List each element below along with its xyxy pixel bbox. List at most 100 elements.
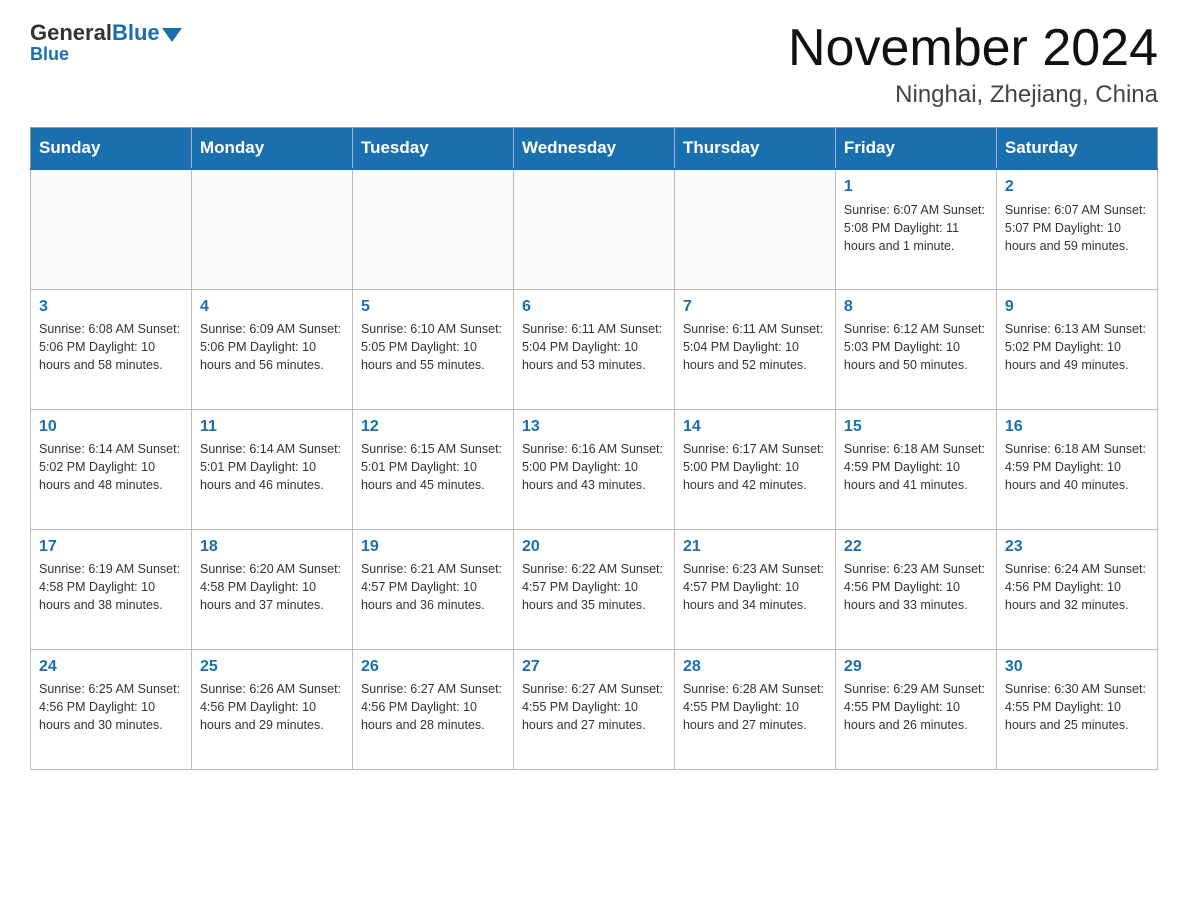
day-number: 13 — [522, 416, 666, 438]
calendar-cell: 27Sunrise: 6:27 AM Sunset: 4:55 PM Dayli… — [513, 649, 674, 769]
page-header: GeneralBlue Blue November 2024 Ninghai, … — [30, 20, 1158, 109]
calendar-cell: 4Sunrise: 6:09 AM Sunset: 5:06 PM Daylig… — [191, 289, 352, 409]
month-title: November 2024 — [788, 20, 1158, 77]
day-number: 10 — [39, 416, 183, 438]
day-number: 18 — [200, 536, 344, 558]
day-info: Sunrise: 6:30 AM Sunset: 4:55 PM Dayligh… — [1005, 680, 1149, 734]
day-info: Sunrise: 6:09 AM Sunset: 5:06 PM Dayligh… — [200, 320, 344, 374]
day-info: Sunrise: 6:10 AM Sunset: 5:05 PM Dayligh… — [361, 320, 505, 374]
day-number: 29 — [844, 656, 988, 678]
day-info: Sunrise: 6:07 AM Sunset: 5:08 PM Dayligh… — [844, 201, 988, 255]
day-info: Sunrise: 6:08 AM Sunset: 5:06 PM Dayligh… — [39, 320, 183, 374]
day-info: Sunrise: 6:18 AM Sunset: 4:59 PM Dayligh… — [1005, 440, 1149, 494]
day-number: 12 — [361, 416, 505, 438]
calendar-cell: 15Sunrise: 6:18 AM Sunset: 4:59 PM Dayli… — [835, 409, 996, 529]
day-info: Sunrise: 6:07 AM Sunset: 5:07 PM Dayligh… — [1005, 201, 1149, 255]
day-number: 8 — [844, 296, 988, 318]
calendar-cell: 16Sunrise: 6:18 AM Sunset: 4:59 PM Dayli… — [996, 409, 1157, 529]
calendar-header: SundayMondayTuesdayWednesdayThursdayFrid… — [31, 128, 1158, 170]
day-number: 4 — [200, 296, 344, 318]
day-number: 26 — [361, 656, 505, 678]
calendar-cell: 20Sunrise: 6:22 AM Sunset: 4:57 PM Dayli… — [513, 529, 674, 649]
calendar-cell — [191, 169, 352, 289]
day-info: Sunrise: 6:11 AM Sunset: 5:04 PM Dayligh… — [522, 320, 666, 374]
weekday-header-tuesday: Tuesday — [352, 128, 513, 170]
weekday-header-thursday: Thursday — [674, 128, 835, 170]
day-info: Sunrise: 6:12 AM Sunset: 5:03 PM Dayligh… — [844, 320, 988, 374]
day-info: Sunrise: 6:18 AM Sunset: 4:59 PM Dayligh… — [844, 440, 988, 494]
day-info: Sunrise: 6:21 AM Sunset: 4:57 PM Dayligh… — [361, 560, 505, 614]
day-number: 23 — [1005, 536, 1149, 558]
calendar-cell: 23Sunrise: 6:24 AM Sunset: 4:56 PM Dayli… — [996, 529, 1157, 649]
calendar-cell: 3Sunrise: 6:08 AM Sunset: 5:06 PM Daylig… — [31, 289, 192, 409]
location-title: Ninghai, Zhejiang, China — [788, 81, 1158, 109]
calendar-cell: 2 Sunrise: 6:07 AM Sunset: 5:07 PM Daylig… — [996, 169, 1157, 289]
day-number: 24 — [39, 656, 183, 678]
day-number: 15 — [844, 416, 988, 438]
weekday-header-row: SundayMondayTuesdayWednesdayThursdayFrid… — [31, 128, 1158, 170]
calendar-cell — [352, 169, 513, 289]
day-info: Sunrise: 6:25 AM Sunset: 4:56 PM Dayligh… — [39, 680, 183, 734]
day-number: 9 — [1005, 296, 1149, 318]
logo-general: General — [30, 20, 112, 46]
day-info: Sunrise: 6:14 AM Sunset: 5:01 PM Dayligh… — [200, 440, 344, 494]
logo-underline: Blue — [30, 44, 69, 65]
calendar-cell: 7Sunrise: 6:11 AM Sunset: 5:04 PM Daylig… — [674, 289, 835, 409]
day-info: Sunrise: 6:27 AM Sunset: 4:55 PM Dayligh… — [522, 680, 666, 734]
calendar-cell: 26Sunrise: 6:27 AM Sunset: 4:56 PM Dayli… — [352, 649, 513, 769]
day-number: 1 — [844, 176, 988, 198]
weekday-header-wednesday: Wednesday — [513, 128, 674, 170]
calendar-cell: 10Sunrise: 6:14 AM Sunset: 5:02 PM Dayli… — [31, 409, 192, 529]
calendar-cell: 25Sunrise: 6:26 AM Sunset: 4:56 PM Dayli… — [191, 649, 352, 769]
weekday-header-sunday: Sunday — [31, 128, 192, 170]
day-number: 25 — [200, 656, 344, 678]
calendar-cell — [513, 169, 674, 289]
calendar-cell: 5Sunrise: 6:10 AM Sunset: 5:05 PM Daylig… — [352, 289, 513, 409]
day-info: Sunrise: 6:16 AM Sunset: 5:00 PM Dayligh… — [522, 440, 666, 494]
day-number: 27 — [522, 656, 666, 678]
logo-text: GeneralBlue — [30, 20, 182, 46]
calendar-cell: 9Sunrise: 6:13 AM Sunset: 5:02 PM Daylig… — [996, 289, 1157, 409]
day-info: Sunrise: 6:23 AM Sunset: 4:57 PM Dayligh… — [683, 560, 827, 614]
calendar-week-row: 1 Sunrise: 6:07 AM Sunset: 5:08 PM Daylig… — [31, 169, 1158, 289]
day-info: Sunrise: 6:28 AM Sunset: 4:55 PM Dayligh… — [683, 680, 827, 734]
day-number: 21 — [683, 536, 827, 558]
day-number: 6 — [522, 296, 666, 318]
day-number: 14 — [683, 416, 827, 438]
day-info: Sunrise: 6:23 AM Sunset: 4:56 PM Dayligh… — [844, 560, 988, 614]
calendar-cell: 22Sunrise: 6:23 AM Sunset: 4:56 PM Dayli… — [835, 529, 996, 649]
day-info: Sunrise: 6:19 AM Sunset: 4:58 PM Dayligh… — [39, 560, 183, 614]
calendar-week-row: 10Sunrise: 6:14 AM Sunset: 5:02 PM Dayli… — [31, 409, 1158, 529]
day-info: Sunrise: 6:11 AM Sunset: 5:04 PM Dayligh… — [683, 320, 827, 374]
day-number: 5 — [361, 296, 505, 318]
day-info: Sunrise: 6:29 AM Sunset: 4:55 PM Dayligh… — [844, 680, 988, 734]
day-number: 20 — [522, 536, 666, 558]
calendar-cell: 6Sunrise: 6:11 AM Sunset: 5:04 PM Daylig… — [513, 289, 674, 409]
title-block: November 2024 Ninghai, Zhejiang, China — [788, 20, 1158, 109]
day-number: 22 — [844, 536, 988, 558]
day-info: Sunrise: 6:14 AM Sunset: 5:02 PM Dayligh… — [39, 440, 183, 494]
calendar-table: SundayMondayTuesdayWednesdayThursdayFrid… — [30, 127, 1158, 770]
calendar-cell: 13Sunrise: 6:16 AM Sunset: 5:00 PM Dayli… — [513, 409, 674, 529]
day-number: 7 — [683, 296, 827, 318]
day-info: Sunrise: 6:22 AM Sunset: 4:57 PM Dayligh… — [522, 560, 666, 614]
logo: GeneralBlue Blue — [30, 20, 182, 65]
weekday-header-monday: Monday — [191, 128, 352, 170]
calendar-body: 1 Sunrise: 6:07 AM Sunset: 5:08 PM Daylig… — [31, 169, 1158, 769]
calendar-cell: 29Sunrise: 6:29 AM Sunset: 4:55 PM Dayli… — [835, 649, 996, 769]
day-number: 16 — [1005, 416, 1149, 438]
calendar-cell — [674, 169, 835, 289]
calendar-cell: 28Sunrise: 6:28 AM Sunset: 4:55 PM Dayli… — [674, 649, 835, 769]
day-info: Sunrise: 6:17 AM Sunset: 5:00 PM Dayligh… — [683, 440, 827, 494]
logo-blue-text: Blue — [112, 20, 160, 46]
calendar-cell — [31, 169, 192, 289]
calendar-week-row: 17Sunrise: 6:19 AM Sunset: 4:58 PM Dayli… — [31, 529, 1158, 649]
day-number: 19 — [361, 536, 505, 558]
day-number: 2 — [1005, 176, 1149, 198]
calendar-cell: 14Sunrise: 6:17 AM Sunset: 5:00 PM Dayli… — [674, 409, 835, 529]
day-number: 17 — [39, 536, 183, 558]
calendar-cell: 18Sunrise: 6:20 AM Sunset: 4:58 PM Dayli… — [191, 529, 352, 649]
day-info: Sunrise: 6:27 AM Sunset: 4:56 PM Dayligh… — [361, 680, 505, 734]
calendar-cell: 11Sunrise: 6:14 AM Sunset: 5:01 PM Dayli… — [191, 409, 352, 529]
day-number: 11 — [200, 416, 344, 438]
